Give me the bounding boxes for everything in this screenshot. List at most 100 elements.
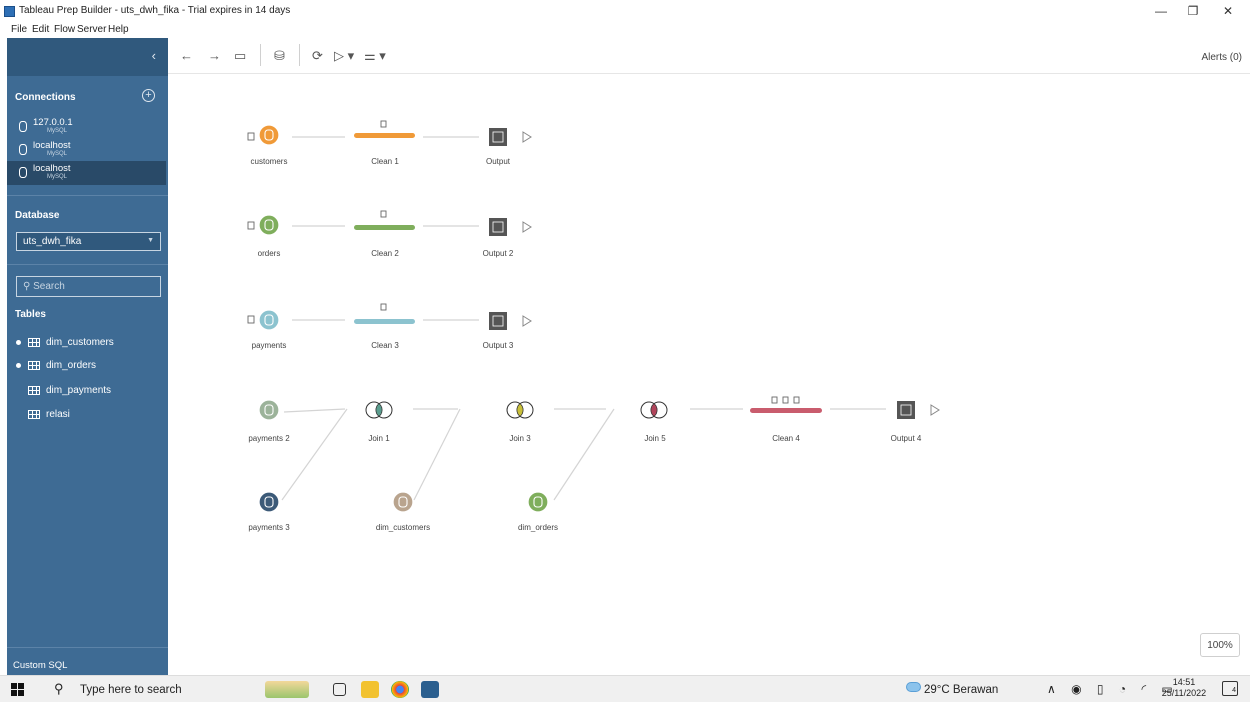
node-label: Clean 4 [772, 434, 800, 443]
table-icon [28, 410, 40, 419]
taskbar-search[interactable]: ⚲ Type here to search [40, 678, 205, 701]
node-label: Output 4 [890, 434, 922, 443]
run-flow-icon[interactable]: ▷ ▾ [334, 48, 354, 64]
run-output-icon [522, 315, 532, 327]
add-connection-icon[interactable]: + [142, 89, 155, 102]
search-icon: ⚲ [54, 681, 64, 696]
node-label: Clean 3 [371, 341, 399, 350]
node-label: payments 2 [248, 434, 290, 443]
minimize-button[interactable]: — [1146, 4, 1176, 18]
flow-canvas[interactable]: customers Clean 1 Output orders Clean 2 … [168, 75, 1250, 675]
node-label: Output 3 [482, 341, 514, 350]
database-icon [19, 144, 27, 155]
divider [7, 647, 168, 648]
clean-step-icon [380, 303, 387, 311]
output2-node [489, 218, 507, 236]
node-label: payments 3 [248, 523, 290, 532]
title-bar: Tableau Prep Builder - uts_dwh_fika - Tr… [0, 0, 1250, 22]
database-header: Database [15, 210, 60, 221]
clean4-step[interactable] [750, 408, 822, 413]
window-title: Tableau Prep Builder - uts_dwh_fika - Tr… [19, 5, 291, 16]
node-label: orders [257, 249, 281, 258]
table-item[interactable]: dim_payments [16, 383, 166, 399]
output4-node [897, 401, 915, 419]
output3-node [489, 312, 507, 330]
connection-item[interactable]: localhost MySQL [7, 138, 166, 162]
cloud-icon [906, 682, 921, 692]
flow-connectors [281, 136, 886, 501]
menu-server[interactable]: Server [77, 24, 106, 35]
notifications-icon[interactable]: 4 [1222, 681, 1238, 696]
weather-widget[interactable]: 29°C Berawan [906, 682, 998, 696]
table-item[interactable]: dim_orders [16, 358, 166, 374]
node-label: Join 5 [644, 434, 666, 443]
in-use-dot [16, 340, 21, 345]
menu-edit[interactable]: Edit [32, 24, 49, 35]
clean2-step[interactable] [354, 225, 415, 230]
custom-sql-link[interactable]: Custom SQL [13, 660, 67, 671]
maximize-button[interactable]: ❐ [1178, 4, 1208, 18]
tables-header: Tables [15, 309, 46, 320]
zoom-level[interactable]: 100% [1200, 633, 1240, 657]
chevron-down-icon: ▼ [147, 237, 154, 244]
alerts-button[interactable]: Alerts (0) [1201, 52, 1242, 63]
file-explorer-icon[interactable] [361, 681, 379, 698]
database-icon [19, 121, 27, 132]
table-icon [28, 338, 40, 347]
clean-step-icon [380, 120, 387, 128]
node-label: Output [485, 157, 510, 166]
node-label: Join 1 [368, 434, 390, 443]
clean-step-icon [782, 396, 789, 404]
database-select[interactable]: uts_dwh_fika ▼ [16, 232, 161, 251]
chrome-icon[interactable] [391, 681, 409, 698]
clean3-step[interactable] [354, 319, 415, 324]
menu-help[interactable]: Help [108, 24, 129, 35]
menu-file[interactable]: File [11, 24, 27, 35]
clean-step-icon [771, 396, 778, 404]
back-icon[interactable]: ← [180, 48, 193, 63]
in-use-dot [16, 363, 21, 368]
close-button[interactable]: ✕ [1213, 4, 1243, 18]
table-item[interactable]: relasi [16, 407, 166, 423]
input-icon [247, 315, 255, 324]
payments2-input-node [258, 399, 280, 421]
flow-toolbar: ← → ▭ ⛁ ⟳ ▷ ▾ ⚌ ▾ Alerts (0) [168, 38, 1250, 74]
save-icon[interactable]: ▭ [234, 48, 246, 64]
node-label: Output 2 [482, 249, 514, 258]
dim-orders-input-node [527, 491, 549, 513]
task-view-icon[interactable] [333, 683, 346, 696]
connection-item-selected[interactable]: localhost MySQL [7, 161, 166, 185]
tableau-prep-app-icon [4, 6, 15, 17]
input-icon [247, 132, 255, 141]
search-icon: ⚲ [23, 281, 34, 292]
search-highlight-icon[interactable] [265, 681, 309, 698]
windows-taskbar: ⚲ Type here to search 29°C Berawan ∧ ◉ ▯… [0, 675, 1250, 702]
filter-icon[interactable]: ⚌ ▾ [364, 48, 386, 64]
customers-input-node [258, 124, 280, 146]
dim-customers-input-node [392, 491, 414, 513]
menu-flow[interactable]: Flow [54, 24, 75, 35]
forward-icon[interactable]: → [208, 48, 221, 63]
connections-header: Connections [15, 92, 76, 103]
clock[interactable]: 14:51 25/11/2022 [1155, 677, 1213, 699]
run-output-icon [522, 221, 532, 233]
output-node [489, 128, 507, 146]
divider [7, 195, 168, 196]
refresh-icon[interactable]: ⟳ [312, 48, 323, 64]
divider [7, 264, 168, 265]
orders-input-node [258, 214, 280, 236]
node-label: Clean 1 [371, 157, 399, 166]
database-icon [19, 167, 27, 178]
data-source-icon[interactable]: ⛁ [274, 48, 285, 64]
clean1-step[interactable] [354, 133, 415, 138]
table-search-input[interactable]: ⚲ Search [16, 276, 161, 297]
table-item[interactable]: dim_customers [16, 335, 166, 351]
run-output-icon [522, 131, 532, 143]
node-label: dim_orders [517, 523, 558, 532]
connection-item[interactable]: 127.0.0.1 MySQL [7, 115, 166, 139]
flow-diagram [247, 120, 940, 513]
collapse-pane-icon[interactable]: ‹ [152, 48, 156, 63]
clean-step-icon [380, 210, 387, 218]
windows-start-icon[interactable] [11, 683, 25, 697]
tableau-prep-taskbar-icon[interactable] [421, 681, 439, 698]
